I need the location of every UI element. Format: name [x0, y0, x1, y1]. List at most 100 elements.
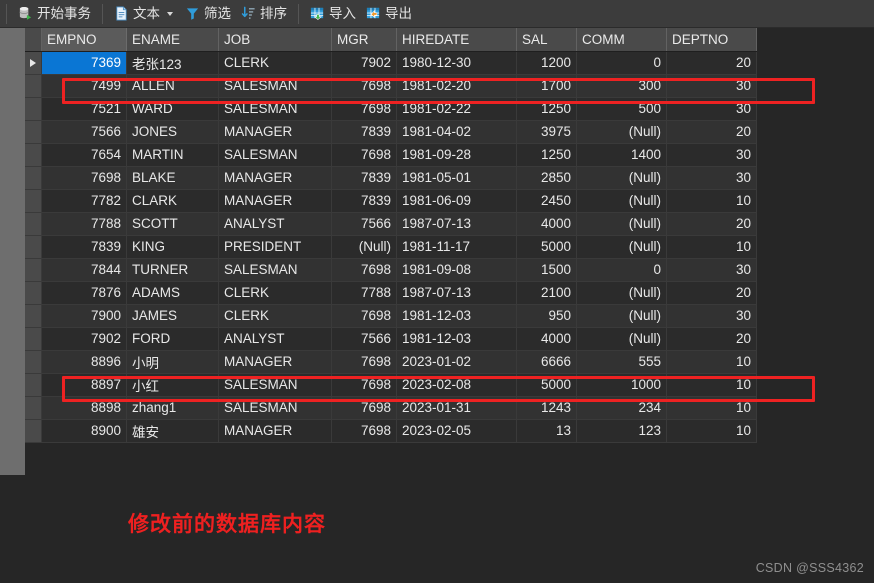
cell-job[interactable]: MANAGER	[218, 166, 332, 190]
cell-hiredate[interactable]: 1987-07-13	[396, 212, 517, 236]
cell-empno[interactable]: 7369	[41, 51, 127, 75]
column-header-job[interactable]: JOB	[218, 28, 332, 52]
cell-hiredate[interactable]: 1981-04-02	[396, 120, 517, 144]
cell-job[interactable]: SALESMAN	[218, 373, 332, 397]
export-button[interactable]: 导出	[361, 2, 417, 26]
row-selector-cell[interactable]	[25, 373, 42, 397]
column-header-empno[interactable]: EMPNO	[41, 28, 127, 52]
cell-ename[interactable]: SCOTT	[126, 212, 219, 236]
cell-hiredate[interactable]: 1981-09-28	[396, 143, 517, 167]
cell-sal[interactable]: 4000	[516, 212, 577, 236]
cell-job[interactable]: MANAGER	[218, 419, 332, 443]
cell-sal[interactable]: 1500	[516, 258, 577, 282]
cell-mgr[interactable]: 7566	[331, 212, 397, 236]
cell-sal[interactable]: 950	[516, 304, 577, 328]
table-row[interactable]: 7369 老张123 CLERK 7902 1980-12-30 1200 0 20	[25, 51, 757, 75]
cell-sal[interactable]: 2850	[516, 166, 577, 190]
cell-sal[interactable]: 1243	[516, 396, 577, 420]
cell-ename[interactable]: 老张123	[126, 51, 219, 75]
cell-ename[interactable]: MARTIN	[126, 143, 219, 167]
cell-empno[interactable]: 8896	[41, 350, 127, 374]
cell-sal[interactable]: 1700	[516, 74, 577, 98]
row-selector-cell[interactable]	[25, 212, 42, 236]
column-header-hiredate[interactable]: HIREDATE	[396, 28, 517, 52]
cell-empno[interactable]: 7566	[41, 120, 127, 144]
row-selector-cell[interactable]	[25, 281, 42, 305]
cell-sal[interactable]: 5000	[516, 373, 577, 397]
cell-comm[interactable]: (Null)	[576, 189, 667, 213]
cell-hiredate[interactable]: 1980-12-30	[396, 51, 517, 75]
cell-ename[interactable]: BLAKE	[126, 166, 219, 190]
cell-empno[interactable]: 7788	[41, 212, 127, 236]
filter-button[interactable]: 筛选	[180, 2, 236, 26]
cell-empno[interactable]: 7782	[41, 189, 127, 213]
cell-empno[interactable]: 7876	[41, 281, 127, 305]
cell-sal[interactable]: 1250	[516, 143, 577, 167]
column-header-mgr[interactable]: MGR	[331, 28, 397, 52]
cell-deptno[interactable]: 30	[666, 143, 757, 167]
cell-job[interactable]: MANAGER	[218, 350, 332, 374]
cell-job[interactable]: ANALYST	[218, 327, 332, 351]
column-header-comm[interactable]: COMM	[576, 28, 667, 52]
cell-empno[interactable]: 8897	[41, 373, 127, 397]
cell-comm[interactable]: 1400	[576, 143, 667, 167]
cell-comm[interactable]: (Null)	[576, 235, 667, 259]
cell-hiredate[interactable]: 1987-07-13	[396, 281, 517, 305]
cell-deptno[interactable]: 20	[666, 281, 757, 305]
cell-ename[interactable]: 小红	[126, 373, 219, 397]
cell-ename[interactable]: zhang1	[126, 396, 219, 420]
row-selector-cell[interactable]	[25, 97, 42, 121]
table-row[interactable]: 7839 KING PRESIDENT (Null) 1981-11-17 5000 (Nu…	[25, 235, 757, 259]
cell-deptno[interactable]: 30	[666, 97, 757, 121]
cell-ename[interactable]: 雄安	[126, 419, 219, 443]
cell-sal[interactable]: 4000	[516, 327, 577, 351]
row-selector-cell[interactable]	[25, 350, 42, 374]
cell-sal[interactable]: 3975	[516, 120, 577, 144]
cell-comm[interactable]: 500	[576, 97, 667, 121]
cell-sal[interactable]: 1250	[516, 97, 577, 121]
cell-job[interactable]: MANAGER	[218, 189, 332, 213]
table-row[interactable]: 7844 TURNER SALESMAN 7698 1981-09-08 1500 0 30	[25, 258, 757, 282]
table-row[interactable]: 7876 ADAMS CLERK 7788 1987-07-13 2100 (Null) 20	[25, 281, 757, 305]
sort-button[interactable]: 排序	[236, 2, 292, 26]
table-row[interactable]: 8897 小红 SALESMAN 7698 2023-02-08 5000 1000 10	[25, 373, 757, 397]
cell-comm[interactable]: (Null)	[576, 327, 667, 351]
cell-deptno[interactable]: 30	[666, 166, 757, 190]
begin-transaction-button[interactable]: 开始事务	[13, 2, 96, 26]
cell-mgr[interactable]: 7698	[331, 396, 397, 420]
cell-job[interactable]: PRESIDENT	[218, 235, 332, 259]
cell-ename[interactable]: ALLEN	[126, 74, 219, 98]
cell-deptno[interactable]: 10	[666, 235, 757, 259]
row-selector-cell[interactable]	[25, 419, 42, 443]
cell-job[interactable]: SALESMAN	[218, 97, 332, 121]
cell-comm[interactable]: 300	[576, 74, 667, 98]
cell-ename[interactable]: FORD	[126, 327, 219, 351]
table-row[interactable]: 7566 JONES MANAGER 7839 1981-04-02 3975 (Null)…	[25, 120, 757, 144]
cell-empno[interactable]: 7698	[41, 166, 127, 190]
cell-ename[interactable]: CLARK	[126, 189, 219, 213]
cell-deptno[interactable]: 30	[666, 258, 757, 282]
cell-mgr[interactable]: 7698	[331, 350, 397, 374]
cell-mgr[interactable]: 7698	[331, 74, 397, 98]
cell-mgr[interactable]: 7698	[331, 97, 397, 121]
row-selector-cell[interactable]	[25, 235, 42, 259]
cell-hiredate[interactable]: 2023-02-08	[396, 373, 517, 397]
cell-comm[interactable]: (Null)	[576, 120, 667, 144]
cell-ename[interactable]: WARD	[126, 97, 219, 121]
cell-deptno[interactable]: 10	[666, 350, 757, 374]
table-row[interactable]: 7900 JAMES CLERK 7698 1981-12-03 950 (Null) 30	[25, 304, 757, 328]
cell-comm[interactable]: 1000	[576, 373, 667, 397]
cell-mgr[interactable]: 7839	[331, 166, 397, 190]
row-selector-cell[interactable]	[25, 166, 42, 190]
cell-deptno[interactable]: 10	[666, 419, 757, 443]
cell-ename[interactable]: JAMES	[126, 304, 219, 328]
cell-empno[interactable]: 7900	[41, 304, 127, 328]
column-header-sal[interactable]: SAL	[516, 28, 577, 52]
cell-empno[interactable]: 7521	[41, 97, 127, 121]
cell-mgr[interactable]: 7698	[331, 373, 397, 397]
column-header-deptno[interactable]: DEPTNO	[666, 28, 757, 52]
table-row[interactable]: 7902 FORD ANALYST 7566 1981-12-03 4000 (Null) 2…	[25, 327, 757, 351]
table-row[interactable]: 8896 小明 MANAGER 7698 2023-01-02 6666 555 10	[25, 350, 757, 374]
cell-hiredate[interactable]: 1981-02-20	[396, 74, 517, 98]
table-row[interactable]: 7654 MARTIN SALESMAN 7698 1981-09-28 1250 1400…	[25, 143, 757, 167]
